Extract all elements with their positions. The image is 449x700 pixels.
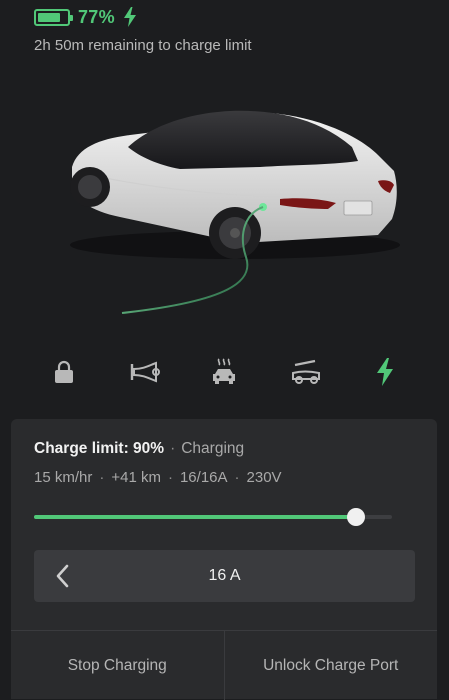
charge-rate: 15 km/hr bbox=[34, 469, 93, 486]
lock-button[interactable] bbox=[44, 352, 84, 392]
charge-summary: Charge limit: 90% · Charging bbox=[34, 440, 245, 457]
charge-button[interactable] bbox=[365, 352, 405, 392]
charging-bolt-icon bbox=[377, 358, 393, 386]
stop-charging-button[interactable]: Stop Charging bbox=[11, 631, 224, 700]
range-added: +41 km bbox=[111, 469, 161, 486]
lock-icon bbox=[55, 360, 73, 383]
battery-percent: 77% bbox=[78, 6, 115, 27]
horn-button[interactable] bbox=[125, 352, 165, 392]
trunk-icon bbox=[292, 359, 320, 384]
charging-bolt-icon bbox=[123, 7, 136, 27]
charging-panel: Charge limit: 90% · Charging 15 km/hr · +41 … bbox=[11, 419, 437, 700]
car-image bbox=[70, 110, 400, 314]
charge-state-text: Charging bbox=[181, 440, 245, 457]
climate-button[interactable] bbox=[204, 352, 244, 392]
battery-level-fill bbox=[38, 12, 60, 22]
charge-voltage: 230V bbox=[246, 469, 282, 486]
trunk-button[interactable] bbox=[285, 352, 325, 392]
charge-limit-slider[interactable] bbox=[34, 508, 392, 526]
amperage-selector: 16 A bbox=[34, 550, 415, 602]
charge-limit-text: Charge limit: 90% bbox=[34, 440, 165, 457]
time-remaining-text: 2h 50m remaining to charge limit bbox=[34, 37, 252, 54]
amperage-value: 16 A bbox=[208, 567, 241, 584]
charge-limit-fill bbox=[34, 515, 357, 519]
charge-stats: 15 km/hr · +41 km · 16/16A · 230V bbox=[34, 469, 282, 486]
charge-actions: Stop Charging Unlock Charge Port bbox=[11, 630, 437, 700]
climate-icon bbox=[213, 358, 235, 384]
charge-current: 16/16A bbox=[179, 469, 228, 486]
charge-limit-handle[interactable] bbox=[347, 508, 366, 526]
battery-status: 77% bbox=[34, 6, 137, 28]
horn-icon bbox=[130, 361, 160, 383]
unlock-charge-port-button[interactable]: Unlock Charge Port bbox=[223, 631, 438, 700]
battery-icon bbox=[34, 8, 73, 26]
vehicle-controls bbox=[0, 352, 449, 392]
